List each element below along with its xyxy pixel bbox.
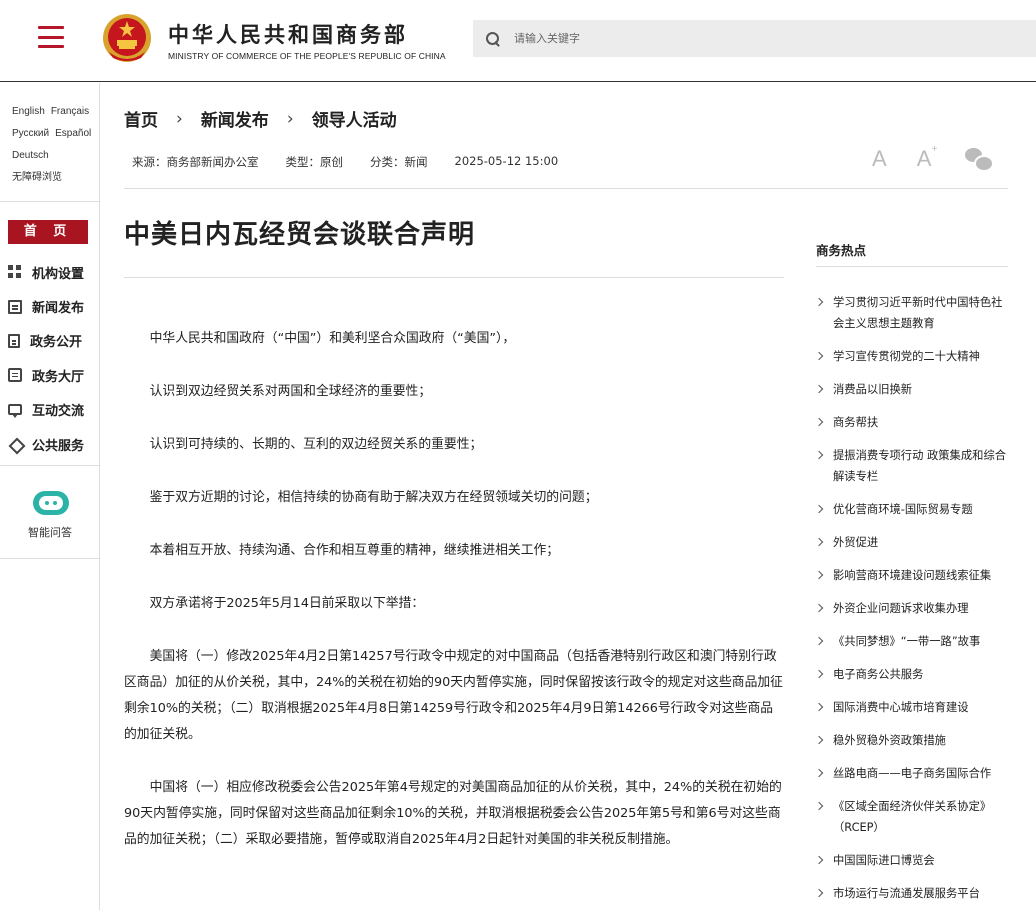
sidebar-item-label: 政务大厅 (32, 369, 85, 385)
hot-topic-item[interactable]: 外贸促进 (816, 532, 1008, 553)
hot-topic-item[interactable]: 学习贯彻习近平新时代中国特色社会主义思想主题教育 (816, 292, 1008, 334)
header-divider (124, 188, 1008, 189)
menu-icon[interactable] (38, 26, 64, 48)
chatbot-icon[interactable] (33, 491, 69, 515)
meta-source: 来源：商务部新闻办公室 (132, 155, 259, 169)
hot-topic-item[interactable]: 《共同梦想》“一带一路”故事 (816, 631, 1008, 652)
article-body: 中华人民共和国政府（“中国”）和美利坚合众国政府（“美国”）， 认识到双边经贸关… (124, 326, 784, 880)
sidebar-item-interaction[interactable]: 互动交流 (8, 393, 84, 427)
font-increase-plus: + (931, 144, 938, 155)
lang-english[interactable]: English (12, 101, 45, 123)
news-icon (8, 299, 22, 314)
breadcrumb-leader-activities[interactable]: 领导人活动 (312, 106, 397, 131)
lang-spanish[interactable]: Español (55, 123, 91, 145)
article-paragraph: 认识到可持续的、长期的、互利的双边经贸关系的重要性； (149, 437, 483, 452)
breadcrumb-home[interactable]: 首页 (124, 106, 158, 131)
sidebar-divider (0, 558, 100, 559)
sidebar-divider (0, 465, 100, 466)
sidebar-item-label: 互动交流 (32, 404, 85, 420)
sidebar-item-label: 公共服务 (32, 438, 85, 454)
font-increase-icon[interactable]: A + (916, 144, 938, 172)
sidebar-item-label: 新闻发布 (32, 301, 85, 317)
hot-topics-list: 学习贯彻习近平新时代中国特色社会主义思想主题教育 学习宣传贯彻党的二十大精神 消… (816, 292, 1008, 910)
hot-topic-item[interactable]: 电子商务公共服务 (816, 664, 1008, 685)
hot-topic-item[interactable]: 商务帮扶 (816, 412, 1008, 433)
lang-german[interactable]: Deutsch (12, 145, 49, 167)
article-paragraph: 认识到双边经贸关系对两国和全球经济的重要性； (149, 384, 432, 399)
sidebar-item-government-affairs[interactable]: 政务公开 (8, 324, 84, 358)
language-links: English Français Русский Español Deutsch… (0, 83, 99, 189)
hot-topic-item[interactable]: 消费品以旧换新 (816, 379, 1008, 400)
breadcrumb-news[interactable]: 新闻发布 (201, 106, 269, 131)
hall-icon (8, 368, 22, 383)
font-decrease-icon[interactable]: A (872, 146, 887, 172)
wechat-share-icon[interactable] (965, 148, 995, 172)
site-name-english[interactable]: MINISTRY OF COMMERCE OF THE PEOPLE'S REP… (168, 51, 446, 61)
hot-topic-item[interactable]: 稳外贸稳外资政策措施 (816, 730, 1008, 751)
sidebar-divider (0, 201, 100, 202)
article-paragraph: 本着相互开放、持续沟通、合作和相互尊重的精神，继续推进相关工作； (149, 543, 560, 558)
article-meta: 来源：商务部新闻办公室 类型：原创 分类：新闻 2025-05-12 15:00 (132, 154, 585, 170)
hot-topic-item[interactable]: 外资企业问题诉求收集办理 (816, 598, 1008, 619)
hot-topic-item[interactable]: 《区域全面经济伙伴关系协定》（RCEP） (816, 796, 1008, 838)
sidebar-item-service-hall[interactable]: 政务大厅 (8, 358, 84, 392)
hot-topics-title: 商务热点 (816, 243, 867, 258)
sidebar-item-organization[interactable]: 机构设置 (8, 255, 84, 289)
accessibility-link[interactable]: 无障碍浏览 (12, 167, 62, 189)
document-icon (8, 333, 20, 348)
hot-topic-item[interactable]: 市场运行与流通发展服务平台 (816, 883, 1008, 904)
service-icon (8, 437, 22, 451)
chevron-right-icon: › (286, 108, 294, 129)
hot-topic-item[interactable]: 国际消费中心城市培育建设 (816, 697, 1008, 718)
meta-category: 分类：新闻 (370, 155, 428, 169)
home-button[interactable]: 首 页 (8, 220, 88, 244)
lang-russian[interactable]: Русский (12, 123, 49, 145)
sidebar-nav: 机构设置 新闻发布 政务公开 政务大厅 互动交流 公共服务 (8, 255, 84, 461)
meta-datetime: 2025-05-12 15:00 (454, 154, 559, 168)
font-increase-label: A (916, 146, 932, 171)
hot-topic-item[interactable]: 优化营商环境-国际贸易专题 (816, 499, 1008, 520)
article-tools: A A + (872, 144, 995, 172)
chat-icon (8, 404, 22, 419)
site-name[interactable]: 中华人民共和国商务部 (168, 19, 408, 49)
national-emblem-icon[interactable] (101, 12, 153, 64)
sidebar-item-news[interactable]: 新闻发布 (8, 289, 84, 323)
site-header: 中华人民共和国商务部 MINISTRY OF COMMERCE OF THE P… (0, 0, 1036, 82)
hot-topics-divider (816, 266, 1008, 267)
article-title: 中美日内瓦经贸会谈联合声明 (124, 220, 476, 250)
sidebar-item-public-service[interactable]: 公共服务 (8, 427, 84, 461)
hot-topic-item[interactable]: 提振消费专项行动 政策集成和综合解读专栏 (816, 445, 1008, 487)
lang-french[interactable]: Français (51, 101, 89, 123)
article-paragraph: 中国将（一）相应修改税委会公告2025年第4号规定的对美国商品加征的从价关税，其… (124, 780, 782, 847)
hot-topic-item[interactable]: 丝路电商——电子商务国际合作 (816, 763, 1008, 784)
search-bar (473, 20, 1036, 57)
hot-topic-item[interactable]: 中国国际进口博览会 (816, 850, 1008, 871)
article-paragraph: 鉴于双方近期的讨论，相信持续的协商有助于解决双方在经贸领域关切的问题； (149, 490, 598, 505)
article-paragraph: 双方承诺将于2025年5月14日前采取以下举措： (149, 596, 425, 611)
search-input[interactable] (514, 32, 994, 45)
grid-icon (8, 265, 22, 280)
article-paragraph: 中华人民共和国政府（“中国”）和美利坚合众国政府（“美国”）， (149, 331, 516, 346)
breadcrumb: 首页 › 新闻发布 › 领导人活动 (124, 106, 397, 132)
sidebar-item-label: 政务公开 (30, 335, 83, 351)
meta-type: 类型：原创 (285, 155, 344, 169)
chevron-right-icon: › (176, 108, 183, 129)
article-paragraph: 美国将（一）修改2025年4月2日第14257号行政令中规定的对中国商品（包括香… (124, 649, 783, 742)
search-icon[interactable] (486, 31, 500, 46)
title-divider (124, 277, 784, 278)
hot-topic-item[interactable]: 学习宣传贯彻党的二十大精神 (816, 346, 1008, 367)
left-sidebar: English Français Русский Español Deutsch… (0, 83, 100, 910)
hot-topic-item[interactable]: 影响营商环境建设问题线索征集 (816, 565, 1008, 586)
assistant-label[interactable]: 智能问答 (0, 524, 100, 540)
sidebar-item-label: 机构设置 (32, 266, 85, 282)
